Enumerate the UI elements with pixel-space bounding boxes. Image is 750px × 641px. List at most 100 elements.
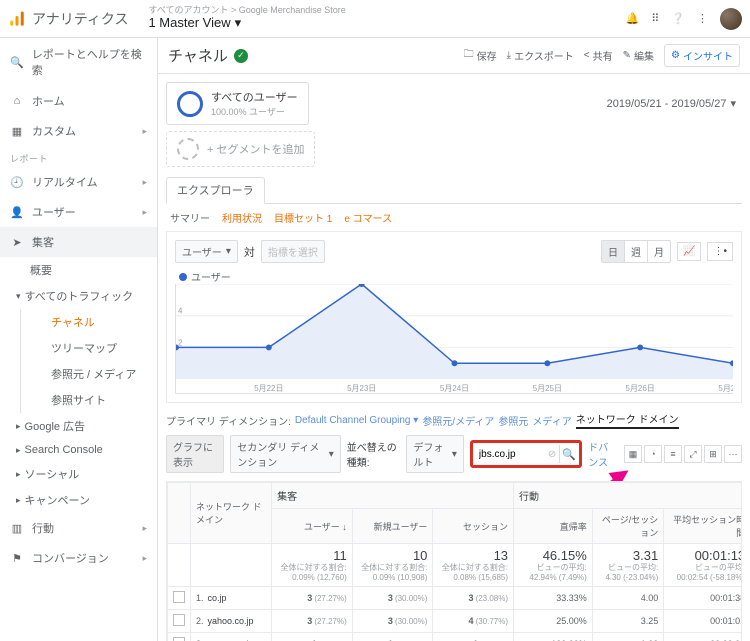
sort-desc-icon: ↓ [342,522,347,532]
col-group-acquisition: 集客 [272,483,514,509]
sidebar-sub-channels[interactable]: チャネル [21,309,157,335]
analytics-logo-icon [8,10,26,28]
row-checkbox[interactable] [173,614,185,626]
section-reports-title: レポート [0,146,157,167]
dim-network-domain[interactable]: ネットワーク ドメイン [576,411,679,429]
subtab-ecommerce[interactable]: e コマース [344,210,392,225]
segment-all-users[interactable]: すべてのユーザー100.00% ユーザー [166,82,309,125]
subtab-summary[interactable]: サマリー [170,210,210,225]
col-avg-dur[interactable]: 平均セッション時間 [664,509,742,544]
plot-rows-button[interactable]: グラフに表示 [166,435,224,473]
sidebar-sub-search-console[interactable]: ▸Search Console [0,439,157,461]
apps-grid-icon[interactable]: ⠿ [651,12,659,25]
sidebar-item-custom[interactable]: ▦カスタム▸ [0,116,157,146]
table-row[interactable]: 3.canon.co.jp 1(9.09%) 1(10.00%) 1(7.69%… [168,633,743,641]
share-icon: ➤ [10,236,24,249]
view-name: 1 Master View▾ [148,16,345,30]
sidebar-sub-google-ads[interactable]: ▸Google 広告 [0,413,157,439]
gran-day[interactable]: 日 [602,241,625,262]
table-view-percent-button[interactable]: ◔ [644,445,662,463]
sidebar-item-home[interactable]: ⌂ホーム [0,86,157,116]
dim-source-medium[interactable]: 参照元/メディア [422,413,494,428]
clear-icon[interactable]: ⊘ [545,449,559,460]
help-icon[interactable]: ❔ [671,12,685,25]
table-view-cloud-button[interactable]: ⋯ [724,445,742,463]
save-button[interactable]: 🗀保存 [464,47,497,64]
svg-text:5月23日: 5月23日 [347,384,376,393]
subtab-goal1[interactable]: 目標セット 1 [274,210,332,225]
chevron-right-icon: ▸ [16,495,21,506]
table-view-pivot-button[interactable]: ⊞ [704,445,722,463]
sidebar-item-audience[interactable]: 👤ユーザー▸ [0,197,157,227]
row-checkbox[interactable] [173,591,185,603]
search-submit-button[interactable]: 🔍 [559,445,577,463]
sidebar-item-realtime[interactable]: 🕘リアルタイム▸ [0,167,157,197]
dim-source[interactable]: 参照元 [498,413,528,428]
chevron-right-icon: ▸ [16,445,21,456]
col-new-users[interactable]: 新規ユーザー [352,509,433,544]
sidebar-sub-alltraffic[interactable]: ▾すべてのトラフィック [0,283,157,309]
dim-medium[interactable]: メディア [532,413,571,428]
chevron-right-icon: ▸ [142,523,147,534]
advanced-filter-link[interactable]: ドバンス [588,439,618,469]
col-bounce[interactable]: 直帰率 [514,509,593,544]
date-range-picker[interactable]: 2019/05/21 - 2019/05/27▾ [601,93,742,114]
col-group-behavior: 行動 [514,483,742,509]
sidebar-sub-treemap[interactable]: ツリーマップ [21,335,157,361]
compare-metric-selector[interactable]: 指標を選択 [261,240,325,263]
chevron-right-icon: ▸ [142,177,147,188]
dim-default[interactable]: Default Channel Grouping ▾ [295,415,418,426]
kebab-icon[interactable]: ⋮ [697,12,708,25]
user-icon: 👤 [10,206,24,219]
sidebar-search[interactable]: 🔍レポートとヘルプを検索 [0,38,157,86]
table-view-perf-button[interactable]: ≡ [664,445,682,463]
export-button[interactable]: ⤓エクスポート [507,48,574,63]
edit-button[interactable]: ✎編集 [623,48,654,63]
metric-selector[interactable]: ユーザー▾ [175,240,238,263]
legend-label: ユーザー [191,269,231,284]
table-search-input[interactable] [475,447,545,462]
caret-down-icon: ▾ [16,291,21,302]
sort-type-selector[interactable]: デフォルト ▾ [406,435,463,473]
secondary-dimension-selector[interactable]: セカンダリ ディメンション ▾ [230,435,341,473]
caret-down-icon: ▾ [452,449,457,460]
sidebar-sub-campaigns[interactable]: ▸キャンペーン [0,487,157,513]
row-checkbox[interactable] [173,637,185,641]
tab-explorer[interactable]: エクスプローラ [166,177,265,204]
sidebar-sub-social[interactable]: ▸ソーシャル [0,461,157,487]
chart-type-motion-button[interactable]: ⋮• [707,242,733,261]
sidebar-sub-source-medium[interactable]: 参照元 / メディア [21,361,157,387]
col-pps[interactable]: ページ/セッション [592,509,663,544]
bell-icon[interactable]: 🔔 [626,12,640,25]
account-selector[interactable]: すべてのアカウント > Google Merchandise Store 1 M… [148,6,345,30]
insight-button[interactable]: ⚙インサイト [664,44,740,67]
insight-icon: ⚙ [671,50,680,61]
app-header: アナリティクス すべてのアカウント > Google Merchandise S… [0,0,750,38]
gran-week[interactable]: 週 [625,241,648,262]
pencil-icon: ✎ [623,50,631,61]
app-name: アナリティクス [32,9,128,29]
sidebar-item-conversions[interactable]: ⚑コンバージョン▸ [0,543,157,573]
home-icon: ⌂ [10,95,24,107]
caret-down-icon: ▾ [730,97,736,110]
sidebar-item-acquisition[interactable]: ➤集客 [0,227,157,257]
svg-text:5月27日: 5月27日 [718,384,733,393]
chart-type-line-button[interactable]: 📈 [677,242,701,261]
primary-dimension-row: プライマリ ディメンション: Default Channel Grouping … [166,411,742,429]
table-row[interactable]: 1.co.jp 3(27.27%) 3(30.00%) 3(23.08%) 33… [168,587,743,610]
sidebar-item-behavior[interactable]: ▥行動▸ [0,513,157,543]
col-sessions[interactable]: セッション [433,509,514,544]
avatar[interactable] [720,8,742,30]
col-dimension[interactable]: ネットワーク ドメイン [191,483,272,544]
subtab-usage[interactable]: 利用状況 [222,210,262,225]
table-row[interactable]: 2.yahoo.co.jp 3(27.27%) 3(30.00%) 4(30.7… [168,610,743,633]
col-users[interactable]: ユーザー ↓ [272,509,353,544]
share-button[interactable]: <共有 [584,48,613,63]
gran-month[interactable]: 月 [648,241,670,262]
sidebar-sub-referrals[interactable]: 参照サイト [21,387,157,413]
add-segment-button[interactable]: + セグメントを追加 [166,131,315,167]
table-view-data-button[interactable]: ▦ [624,445,642,463]
legend-dot-icon [179,273,187,281]
sidebar-sub-overview[interactable]: 概要 [0,257,157,283]
table-view-compare-button[interactable]: ⤢ [684,445,702,463]
